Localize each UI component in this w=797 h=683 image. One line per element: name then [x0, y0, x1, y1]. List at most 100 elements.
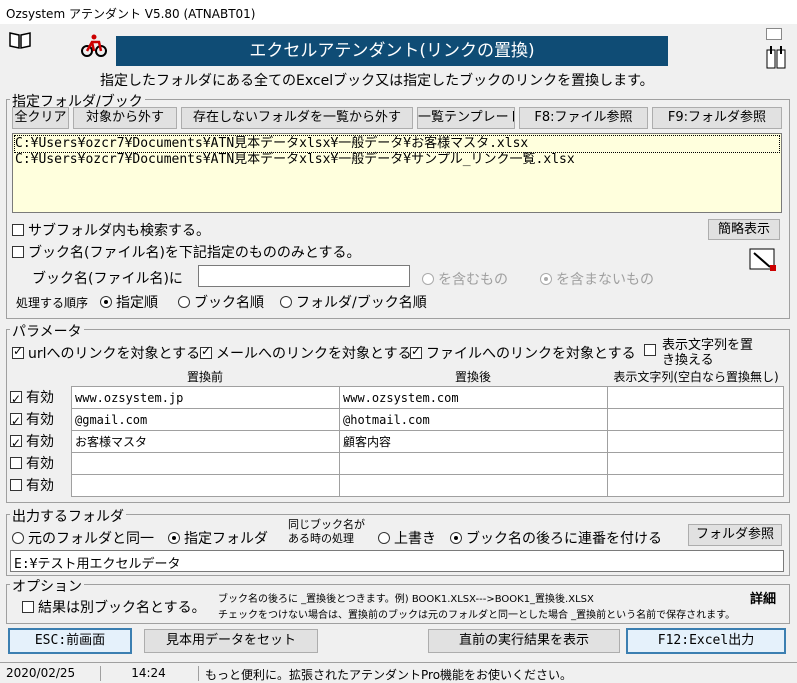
- set-sample-data-button[interactable]: 見本用データをセット: [144, 629, 318, 653]
- radio-circle[interactable]: [280, 296, 292, 308]
- after-cell[interactable]: 顧客内容: [339, 430, 608, 453]
- after-cell[interactable]: www.ozsystem.com: [339, 386, 608, 409]
- checkbox-box[interactable]: [22, 601, 34, 613]
- before-cell[interactable]: www.ozsystem.jp: [71, 386, 340, 409]
- book-icon[interactable]: [8, 30, 32, 50]
- options-note-2: チェックをつけない場合は、置換前のブックは元のフォルダと同一とした場合 _置換前…: [218, 610, 736, 621]
- output-path-input[interactable]: E:¥テスト用エクセルデータ: [10, 550, 784, 572]
- description: 指定したフォルダにある全てのExcelブック又は指定したブックのリンクを置換しま…: [100, 73, 654, 89]
- list-item[interactable]: C:¥Users¥ozcr7¥Documents¥ATN見本データxlsx¥一般…: [14, 135, 780, 153]
- url-links-checkbox[interactable]: urlへのリンクを対象とする: [12, 343, 200, 363]
- col-header-display: 表示文字列(空白なら置換無し): [613, 370, 779, 384]
- file-list[interactable]: C:¥Users¥ozcr7¥Documents¥ATN見本データxlsx¥一般…: [12, 133, 782, 213]
- table-row: [71, 452, 784, 475]
- window-title: Ozsystem アテンダント V5.80 (ATNABT01): [6, 7, 256, 21]
- same-folder-radio[interactable]: 元のフォルダと同一: [12, 528, 154, 548]
- radio-circle[interactable]: [540, 273, 552, 285]
- row-enabled-checkbox[interactable]: 有効: [10, 475, 54, 497]
- output-group-label: 出力するフォルダ: [10, 506, 126, 526]
- before-cell[interactable]: お客様マスタ: [71, 430, 340, 453]
- list-item[interactable]: C:¥Users¥ozcr7¥Documents¥ATN見本データxlsx¥一般…: [15, 152, 779, 168]
- table-row: お客様マスタ 顧客内容: [71, 430, 784, 453]
- clear-all-button[interactable]: 全クリア: [12, 107, 69, 129]
- checkbox-box[interactable]: [410, 344, 422, 359]
- status-time: 14:24: [100, 666, 196, 681]
- minimize-icon[interactable]: [766, 28, 782, 40]
- table-row: www.ozsystem.jp www.ozsystem.com: [71, 386, 784, 409]
- after-cell[interactable]: [339, 474, 608, 497]
- limit-books-checkbox[interactable]: ブック名(ファイル名)を下記指定のもののみとする。: [12, 242, 361, 262]
- radio-circle[interactable]: [450, 532, 462, 544]
- not-contains-radio[interactable]: を含まないもの: [540, 269, 654, 289]
- edit-pen-icon[interactable]: [748, 245, 780, 275]
- same-name-label: 同じブック名が ある時の処理: [288, 518, 365, 545]
- col-header-after: 置換後: [454, 370, 491, 384]
- options-group-label: オプション: [10, 576, 84, 596]
- display-cell[interactable]: [607, 452, 784, 475]
- f9-folder-ref-button[interactable]: F9:フォルダ参照: [652, 107, 782, 129]
- display-cell[interactable]: [607, 474, 784, 497]
- order-specified-radio[interactable]: 指定順: [100, 292, 158, 312]
- radio-circle[interactable]: [178, 296, 190, 308]
- row-enabled-checkbox[interactable]: 有効: [10, 431, 54, 454]
- checkbox-box[interactable]: [12, 344, 24, 359]
- remove-missing-button[interactable]: 存在しないフォルダを一覧から外す: [181, 107, 413, 129]
- checkbox-box[interactable]: [10, 432, 22, 454]
- f8-file-ref-button[interactable]: F8:ファイル参照: [519, 107, 648, 129]
- contains-radio[interactable]: を含むもの: [422, 269, 508, 289]
- checkbox-box[interactable]: [12, 224, 24, 236]
- radio-circle[interactable]: [422, 273, 434, 285]
- display-cell[interactable]: [607, 408, 784, 431]
- specified-folder-radio[interactable]: 指定フォルダ: [168, 528, 268, 548]
- before-cell[interactable]: [71, 474, 340, 497]
- radio-circle[interactable]: [378, 532, 390, 544]
- book-name-input[interactable]: [198, 265, 410, 287]
- checkbox-box[interactable]: [10, 410, 22, 432]
- checkbox-box[interactable]: [10, 457, 22, 469]
- append-number-radio[interactable]: ブック名の後ろに連番を付ける: [450, 528, 662, 548]
- order-label: 処理する順序: [16, 296, 89, 310]
- status-date: 2020/02/25: [6, 666, 76, 680]
- after-cell[interactable]: @hotmail.com: [339, 408, 608, 431]
- detail-link[interactable]: 詳細: [750, 588, 776, 607]
- radio-circle[interactable]: [100, 296, 112, 308]
- table-row: @gmail.com @hotmail.com: [71, 408, 784, 431]
- folder-ref-button[interactable]: フォルダ参照: [688, 524, 782, 546]
- row-enabled-checkbox[interactable]: 有効: [10, 409, 54, 432]
- template-button[interactable]: 一覧テンプレート: [417, 107, 515, 129]
- mail-links-checkbox[interactable]: メールへのリンクを対象とする: [200, 343, 412, 363]
- order-bookname-radio[interactable]: ブック名順: [178, 292, 264, 312]
- checkbox-box[interactable]: [200, 344, 212, 359]
- options-note-1: ブック名の後ろに _置換後とつきます。例) BOOK1.XLSX--->BOOK…: [218, 594, 594, 605]
- show-last-result-button[interactable]: 直前の実行結果を表示: [428, 629, 620, 653]
- f12-excel-output-button[interactable]: F12:Excel出力: [626, 628, 786, 654]
- display-cell[interactable]: [607, 430, 784, 453]
- overwrite-radio[interactable]: 上書き: [378, 528, 436, 548]
- search-subfolders-checkbox[interactable]: サブフォルダ内も検索する。: [12, 220, 210, 240]
- before-cell[interactable]: [71, 452, 340, 475]
- order-folder-bookname-radio[interactable]: フォルダ/ブック名順: [280, 292, 427, 312]
- checkbox-box[interactable]: [10, 388, 22, 410]
- before-cell[interactable]: @gmail.com: [71, 408, 340, 431]
- display-cell[interactable]: [607, 386, 784, 409]
- esc-back-button[interactable]: ESC:前画面: [8, 628, 132, 654]
- status-bar: 2020/02/25 14:24 もっと便利に。拡張されたアテンダントPro機能…: [0, 662, 797, 682]
- checkbox-box[interactable]: [10, 479, 22, 491]
- checkbox-box[interactable]: [12, 246, 24, 258]
- file-links-checkbox[interactable]: ファイルへのリンクを対象とする: [410, 343, 636, 363]
- window-title-bar: Ozsystem アテンダント V5.80 (ATNABT01): [0, 0, 797, 24]
- col-header-before: 置換前: [186, 370, 223, 384]
- checkbox-box[interactable]: [644, 344, 656, 356]
- param-row-labels: 有効 有効 有効 有効 有効: [10, 387, 54, 497]
- clipboard-icon[interactable]: [764, 44, 788, 70]
- radio-circle[interactable]: [12, 532, 24, 544]
- row-enabled-checkbox[interactable]: 有効: [10, 387, 54, 410]
- row-enabled-checkbox[interactable]: 有効: [10, 453, 54, 475]
- replace-table: www.ozsystem.jp www.ozsystem.com @gmail.…: [71, 386, 784, 497]
- simple-view-button[interactable]: 簡略表示: [708, 219, 780, 240]
- separate-book-checkbox[interactable]: 結果は別ブック名とする。: [22, 597, 206, 617]
- after-cell[interactable]: [339, 452, 608, 475]
- banner-title: エクセルアテンダント(リンクの置換): [116, 36, 668, 66]
- radio-circle[interactable]: [168, 532, 180, 544]
- remove-button[interactable]: 対象から外す: [73, 107, 177, 129]
